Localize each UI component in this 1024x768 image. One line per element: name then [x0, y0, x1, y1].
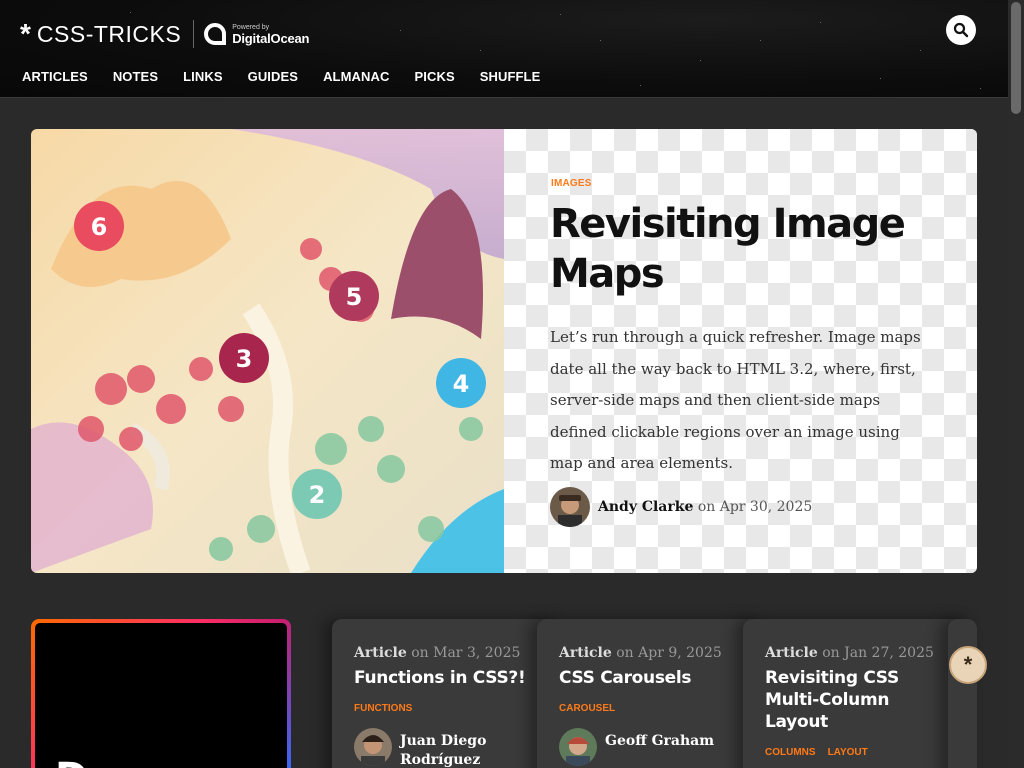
featured-image[interactable]: 6 5 3 4 2	[31, 129, 504, 573]
featured-excerpt: Let’s run through a quick refresher. Ima…	[550, 328, 921, 472]
article-card[interactable]: Article on Apr 9, 2025 CSS Carousels CAR…	[537, 619, 767, 768]
svg-text:3: 3	[236, 345, 253, 373]
card-type: Article	[765, 645, 818, 661]
nav-notes[interactable]: NOTES	[113, 69, 158, 84]
svg-text:4: 4	[453, 370, 470, 398]
featured-article: 6 5 3 4 2 IMAGES Revisiting Image Maps L…	[31, 129, 977, 573]
author-name[interactable]: Juan Diego Rodríguez	[400, 732, 540, 768]
map-marker-6: 6	[74, 201, 124, 251]
card-tags: CAROUSEL	[559, 703, 745, 714]
card-tag[interactable]: FUNCTIONS	[354, 703, 412, 714]
nav-almanac[interactable]: ALMANAC	[323, 69, 389, 84]
logo-divider	[193, 20, 195, 48]
card-tag[interactable]: COLUMNS	[765, 747, 816, 758]
map-marker-4: 4	[436, 358, 486, 408]
author-name[interactable]: Geoff Graham	[605, 732, 714, 751]
svg-text:5: 5	[346, 283, 363, 311]
main-nav: ARTICLES NOTES LINKS GUIDES ALMANAC PICK…	[22, 69, 565, 84]
author-name[interactable]: Andy Clarke	[598, 499, 693, 515]
svg-text:2: 2	[309, 481, 326, 509]
card-type: Article	[559, 645, 612, 661]
card-title[interactable]: Revisiting CSS Multi-Column Layout	[765, 667, 951, 733]
map-marker-5: 5	[329, 271, 379, 321]
site-header: * CSS-TRICKS Powered by DigitalOcean ART…	[0, 0, 1008, 98]
byline-text: Andy Clarke on Apr 30, 2025	[598, 499, 812, 515]
author-avatar[interactable]	[559, 728, 597, 766]
logo-text: CSS-TRICKS	[36, 20, 182, 47]
article-card-partial[interactable]	[948, 619, 977, 768]
card-title[interactable]: CSS Carousels	[559, 667, 745, 689]
asterisk-icon: *	[20, 18, 31, 49]
nav-guides[interactable]: GUIDES	[248, 69, 298, 84]
card-tag[interactable]: LAYOUT	[828, 747, 868, 758]
card-meta: Article on Jan 27, 2025	[765, 645, 951, 661]
card-title[interactable]: Functions in CSS?!	[354, 667, 540, 689]
featured-byline: Andy Clarke on Apr 30, 2025	[550, 487, 812, 527]
cookie-icon[interactable]: *	[949, 646, 987, 684]
article-card[interactable]: Article on Mar 3, 2025 Functions in CSS?…	[332, 619, 562, 768]
card-meta: Article on Apr 9, 2025	[559, 645, 745, 661]
nav-picks[interactable]: PICKS	[414, 69, 454, 84]
author-avatar[interactable]	[354, 728, 392, 766]
map-marker-2: 2	[292, 469, 342, 519]
sponsor-name: DigitalOcean	[232, 30, 310, 46]
map-marker-3: 3	[219, 333, 269, 383]
date-prefix: on	[697, 499, 716, 515]
card-author: Geoff Graham	[559, 728, 745, 766]
site-logo[interactable]: * CSS-TRICKS Powered by DigitalOcean	[20, 20, 309, 48]
card-date: on Jan 27, 2025	[822, 645, 934, 661]
treasure-map-illustration: 6 5 3 4 2	[31, 129, 504, 573]
article-card[interactable]: Article on Jan 27, 2025 Revisiting CSS M…	[743, 619, 973, 768]
search-icon	[953, 22, 969, 38]
scrollbar-thumb[interactable]	[1011, 2, 1021, 114]
promo-card[interactable]: Dr...	[31, 619, 291, 768]
nav-articles[interactable]: ARTICLES	[22, 69, 88, 84]
nav-shuffle[interactable]: SHUFFLE	[480, 69, 541, 84]
card-type: Article	[354, 645, 407, 661]
card-tag[interactable]: CAROUSEL	[559, 703, 615, 714]
card-author: Juan Diego Rodríguez	[354, 728, 540, 768]
card-meta: Article on Mar 3, 2025	[354, 645, 540, 661]
digitalocean-icon	[204, 23, 227, 45]
page-scrollbar[interactable]	[1008, 0, 1024, 768]
promo-text: Dr...	[55, 755, 148, 768]
search-button[interactable]	[946, 15, 976, 45]
featured-title[interactable]: Revisiting Image Maps	[550, 199, 950, 299]
sponsor-logo[interactable]: Powered by DigitalOcean	[204, 23, 309, 46]
card-tags: COLUMNS LAYOUT	[765, 747, 951, 758]
card-tags: FUNCTIONS	[354, 703, 540, 714]
card-date: on Apr 9, 2025	[616, 645, 722, 661]
featured-category[interactable]: IMAGES	[551, 178, 592, 189]
author-avatar[interactable]	[550, 487, 590, 527]
featured-content: IMAGES Revisiting Image Maps Let’s run t…	[504, 129, 977, 573]
card-date: on Mar 3, 2025	[411, 645, 521, 661]
publish-date: Apr 30, 2025	[719, 499, 813, 515]
svg-text:6: 6	[91, 213, 108, 241]
nav-links[interactable]: LINKS	[183, 69, 223, 84]
